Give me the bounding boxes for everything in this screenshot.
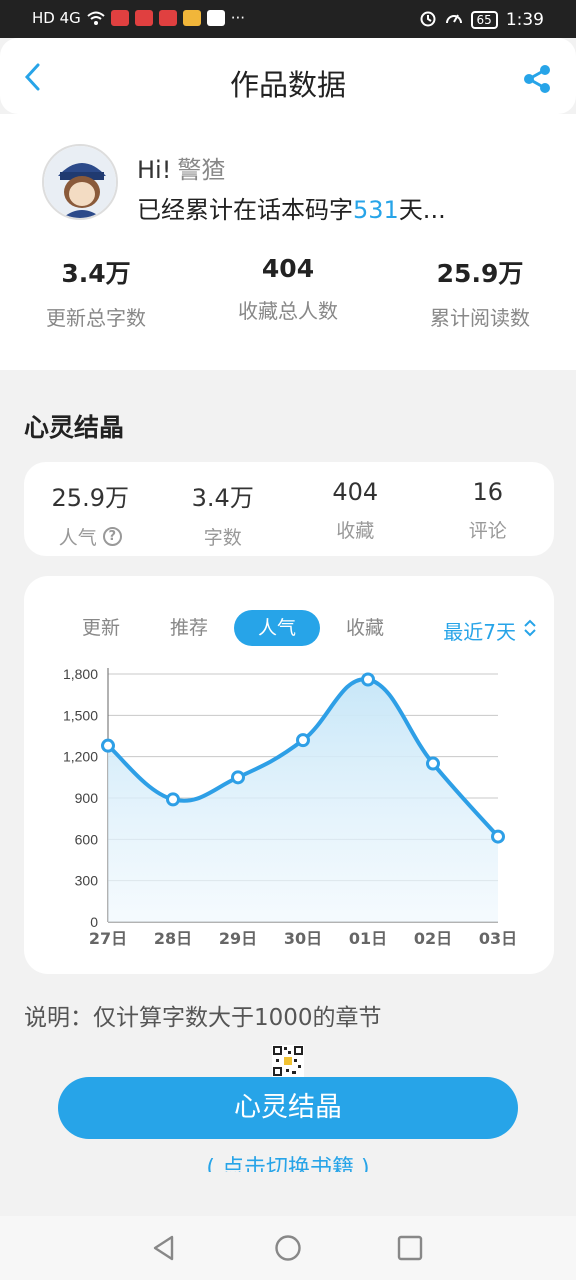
app-notification-icon [134, 10, 153, 26]
x-tick-label: 28日 [154, 929, 192, 948]
stat-label: 人气 [58, 527, 97, 549]
alarm-icon [419, 9, 437, 31]
greeting: Hi! [137, 156, 172, 184]
range-label: 最近7天 [443, 620, 516, 644]
stat-label: 收藏 [336, 520, 375, 542]
popularity-chart: 0 300 600 900 1,200 1,500 1,800 27日 28日 29日 30日 01日… [63, 666, 517, 948]
stat-total-favorites: 404 收藏总人数 [192, 254, 384, 331]
writing-days-line: 已经累计在话本码字531天... [137, 190, 446, 225]
chart-tabs: 更新 推荐 人气 收藏 [58, 610, 410, 646]
days-suffix: 天... [398, 196, 446, 224]
data-point [491, 829, 505, 844]
book-stats-card: 25.9万 人气 ? 3.4万 字数 404 收藏 16 评论 [24, 462, 554, 556]
x-tick-label: 01日 [349, 929, 387, 948]
book-stat-popularity: 25.9万 人气 ? [24, 462, 157, 556]
status-left: HD 4G ··· [32, 9, 245, 27]
status-right: 65 1:39 [419, 9, 544, 31]
battery-indicator: 65 [470, 11, 498, 29]
app-notification-icon [182, 10, 201, 26]
note: 说明：仅计算字数大于1000的章节 [24, 1005, 382, 1031]
book-switch-button[interactable]: 心灵结晶 [58, 1077, 518, 1139]
y-tick-label: 900 [75, 790, 99, 806]
wifi-icon [87, 10, 105, 26]
more-notifications-icon: ··· [230, 9, 246, 27]
stat-value: 25.9万 [436, 259, 524, 288]
recents-square-icon[interactable] [396, 1234, 424, 1262]
y-tick-label: 1,500 [63, 707, 98, 723]
tab-updates[interactable]: 更新 [58, 610, 144, 646]
speed-icon [445, 9, 463, 31]
app-notification-icon [158, 10, 177, 26]
x-tick-label: 27日 [89, 929, 127, 948]
days-prefix: 已经累计在话本码字 [137, 196, 353, 224]
chart-card: 更新 推荐 人气 收藏 最近7天 0 300 600 900 1,200 1,500 1,8… [24, 576, 554, 974]
tab-favorites[interactable]: 收藏 [322, 610, 408, 646]
back-triangle-icon[interactable] [150, 1234, 178, 1262]
tab-popularity[interactable]: 人气 [234, 610, 320, 646]
data-point [361, 672, 375, 687]
qr-code-icon [272, 1045, 304, 1077]
data-point [231, 770, 245, 785]
book-stat-comments: 16 评论 [422, 462, 555, 556]
app-notification-icon [110, 10, 129, 26]
data-point [101, 738, 115, 753]
data-point [166, 792, 180, 807]
profile-card: Hi! 警猹 已经累计在话本码字531天... 3.4万 更新总字数 404 收藏… [0, 114, 576, 370]
stat-label: 评论 [468, 520, 507, 542]
stat-total-words: 3.4万 更新总字数 [0, 254, 192, 331]
network-text: HD 4G [32, 9, 81, 27]
stat-value: 3.4万 [61, 259, 131, 288]
stat-total-reads: 25.9万 累计阅读数 [384, 254, 576, 331]
y-tick-label: 1,800 [63, 666, 98, 682]
y-tick-label: 600 [75, 831, 99, 847]
system-navigation-bar [0, 1216, 576, 1280]
greeting-line: Hi! 警猹 [137, 150, 225, 185]
stat-label: 字数 [203, 527, 242, 549]
switch-book-link[interactable]: ( 点击切换书籍 ) [0, 1150, 576, 1172]
y-tick-label: 300 [75, 873, 99, 889]
header: 作品数据 [0, 38, 576, 114]
stat-label: 收藏总人数 [238, 299, 338, 323]
data-point [296, 733, 310, 748]
status-bar: HD 4G ··· 65 1:39 [0, 0, 576, 38]
x-tick-label: 29日 [219, 929, 257, 948]
home-circle-icon[interactable] [274, 1234, 302, 1262]
book-stat-words: 3.4万 字数 [157, 462, 290, 556]
stat-label-row: 人气 ? [24, 523, 157, 550]
stat-value: 16 [472, 478, 504, 506]
share-icon[interactable] [522, 64, 552, 94]
x-tick-label: 30日 [284, 929, 322, 948]
book-title: 心灵结晶 [24, 413, 125, 442]
help-icon[interactable]: ? [102, 527, 122, 546]
range-selector[interactable]: 最近7天 [443, 616, 538, 645]
stat-label: 累计阅读数 [430, 306, 530, 330]
book-stat-favorites: 404 收藏 [289, 462, 422, 556]
tab-recommend[interactable]: 推荐 [146, 610, 232, 646]
stat-value: 404 [261, 254, 315, 283]
y-tick-label: 0 [90, 914, 98, 930]
x-tick-label: 03日 [479, 929, 517, 948]
profile-stats: 3.4万 更新总字数 404 收藏总人数 25.9万 累计阅读数 [0, 254, 576, 331]
avatar[interactable] [42, 144, 118, 220]
stat-value: 25.9万 [51, 484, 129, 512]
x-tick-label: 02日 [414, 929, 452, 948]
page-title: 作品数据 [229, 68, 346, 102]
days-count: 531 [353, 196, 399, 224]
y-tick-label: 1,200 [63, 749, 98, 765]
stat-value: 404 [332, 478, 379, 506]
clock: 1:39 [505, 10, 544, 30]
user-name: 警猹 [177, 156, 226, 184]
stat-label: 更新总字数 [46, 306, 146, 330]
data-point [426, 756, 440, 771]
updown-chevron-icon [522, 618, 538, 643]
stat-value: 3.4万 [191, 484, 254, 512]
app-notification-icon [206, 10, 225, 26]
